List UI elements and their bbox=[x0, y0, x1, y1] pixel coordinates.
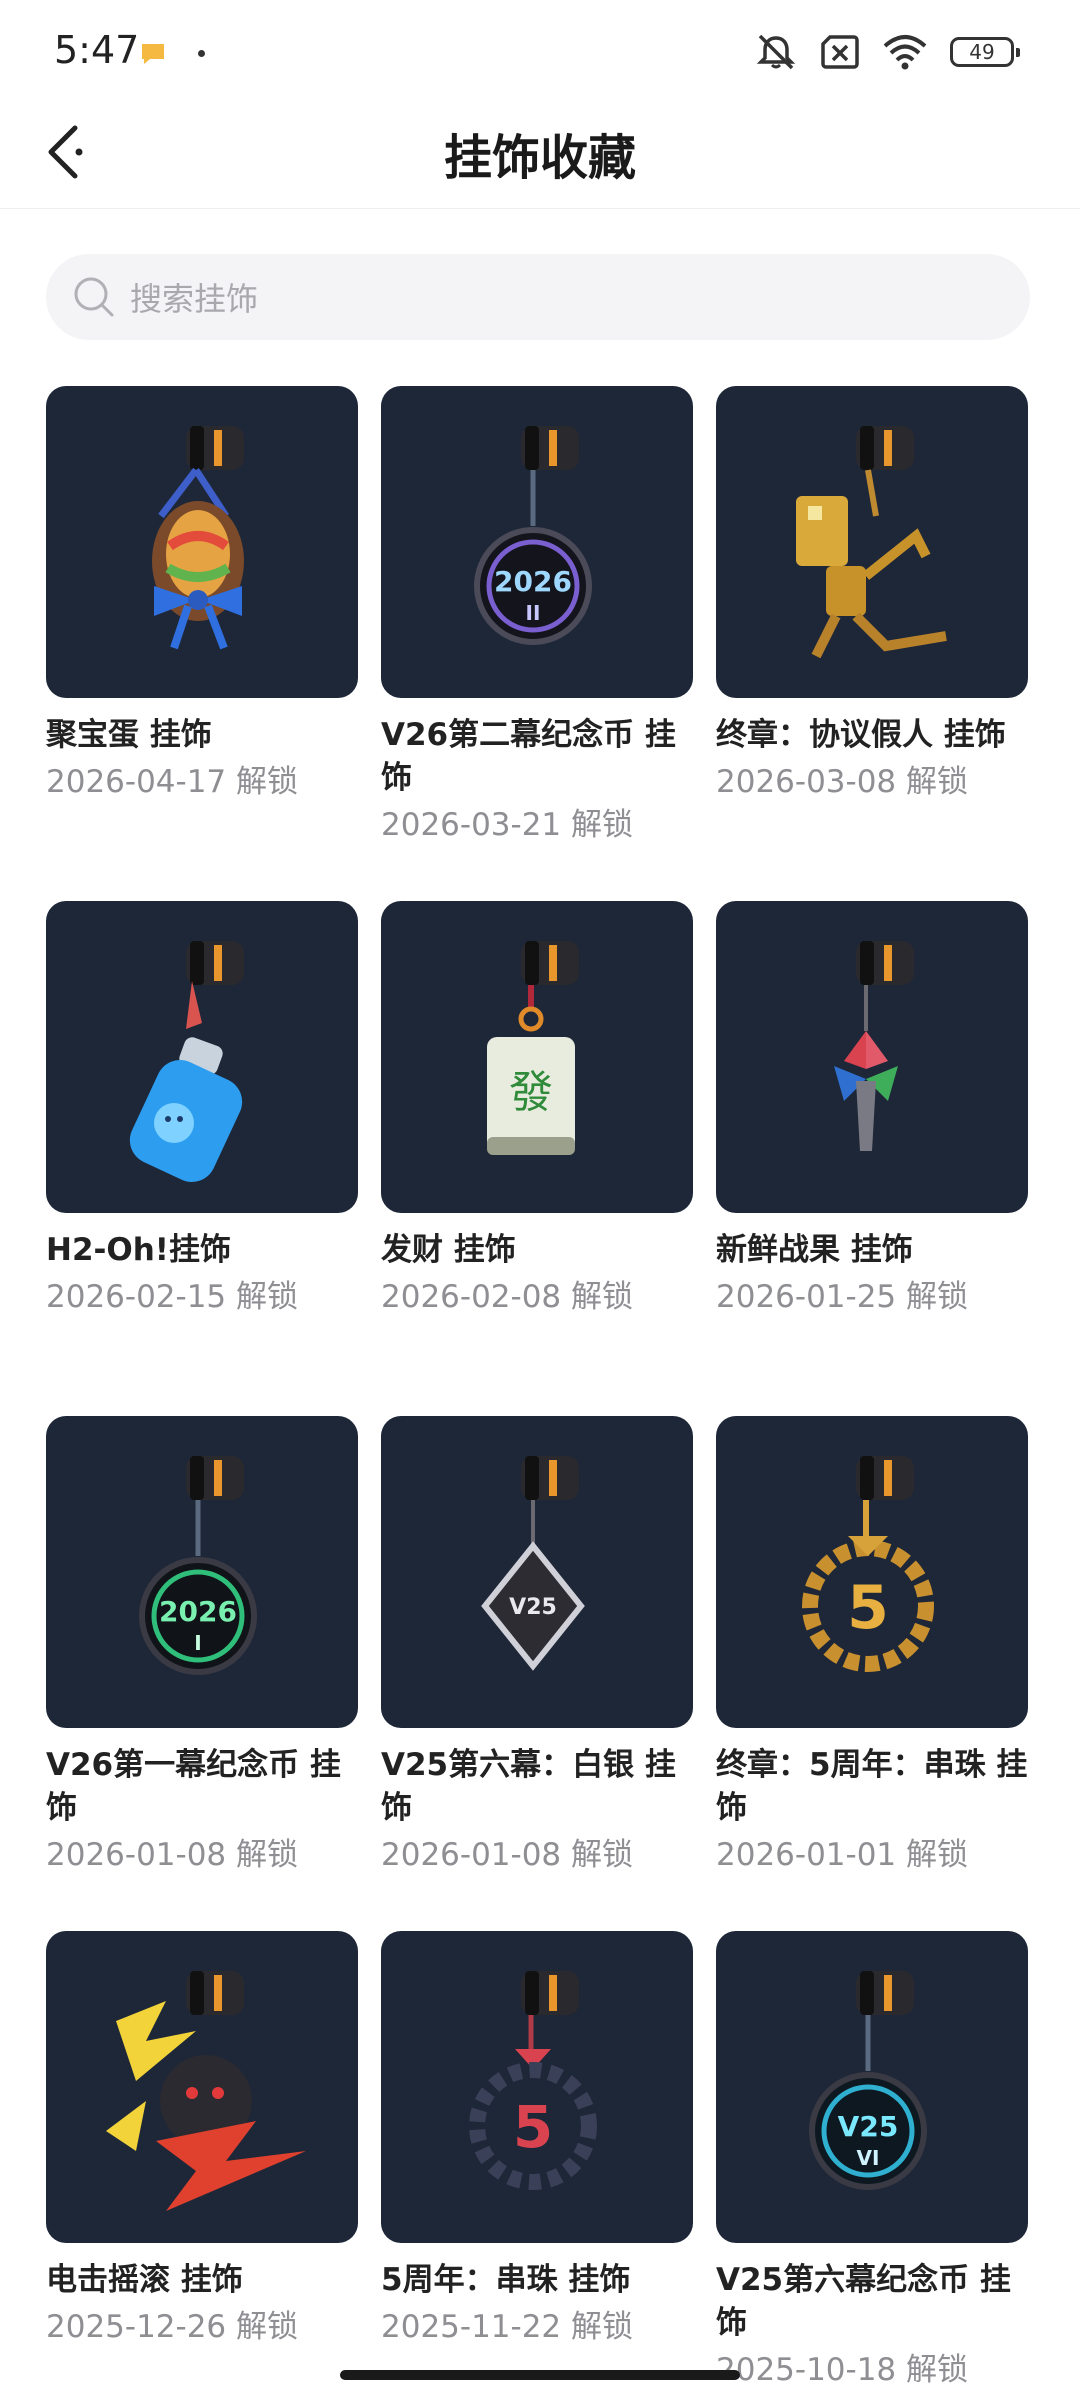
charm-card[interactable]: V25 VI V25第六幕纪念币 挂饰 2025-10-18 解锁 bbox=[716, 1931, 1028, 2400]
status-bar: 5:47 49 bbox=[0, 0, 1080, 100]
charm-unlock-date: 2026-01-08 解锁 bbox=[381, 1837, 634, 1873]
charm-card[interactable]: 电击摇滚 挂饰 2025-12-26 解锁 bbox=[46, 1931, 358, 2400]
charm-card[interactable]: 2026 II V26第二幕纪念币 挂饰 2026-03-21 解锁 bbox=[381, 386, 693, 901]
search-input[interactable]: 搜索挂饰 bbox=[46, 254, 1030, 340]
charm-unlock-date: 2026-01-25 解锁 bbox=[716, 1279, 969, 1315]
charm-name: V26第二幕纪念币 挂饰 bbox=[381, 717, 676, 796]
battery-icon: 49 bbox=[950, 37, 1020, 67]
charm-unlock-date: 2026-03-21 解锁 bbox=[381, 807, 634, 843]
charm-unlock-date: 2025-12-26 解锁 bbox=[46, 2309, 299, 2345]
charm-name: 终章：协议假人 挂饰 bbox=[716, 717, 1006, 753]
charm-thumbnail: 5 bbox=[716, 1416, 1028, 1728]
coin-charm-image: 2026 II bbox=[474, 426, 592, 645]
charm-card[interactable]: 终章：协议假人 挂饰 2026-03-08 解锁 bbox=[716, 386, 1028, 901]
five-label: 5 bbox=[513, 2093, 553, 2161]
charm-thumbnail bbox=[46, 1931, 358, 2243]
charm-unlock-date: 2026-04-17 解锁 bbox=[46, 764, 299, 800]
charm-card[interactable]: 新鲜战果 挂饰 2026-01-25 解锁 bbox=[716, 901, 1028, 1416]
charm-thumbnail: 2026 II bbox=[381, 386, 693, 698]
charm-thumbnail: V25 bbox=[381, 1416, 693, 1728]
charm-name: 新鲜战果 挂饰 bbox=[716, 1232, 913, 1268]
charm-name: 5周年：串珠 挂饰 bbox=[381, 2262, 631, 2298]
status-time: 5:47 bbox=[54, 28, 140, 72]
charm-card[interactable]: 發 发财 挂饰 2026-02-08 解锁 bbox=[381, 901, 693, 1416]
charm-thumbnail: 5 bbox=[381, 1931, 693, 2243]
status-icons: 49 bbox=[754, 30, 1020, 74]
charm-name: V25第六幕：白银 挂饰 bbox=[381, 1747, 676, 1826]
charm-grid: 聚宝蛋 挂饰 2026-04-17 解锁 2026 II V26第二幕纪念币 挂… bbox=[46, 386, 1046, 2400]
charm-name: H2-Oh!挂饰 bbox=[46, 1232, 231, 1268]
search-placeholder: 搜索挂饰 bbox=[130, 280, 259, 318]
charm-card[interactable]: 5 5周年：串珠 挂饰 2025-11-22 解锁 bbox=[381, 1931, 693, 2400]
beads-charm-image: 5 bbox=[469, 1971, 597, 2190]
charm-card[interactable]: H2-Oh!挂饰 2026-02-15 解锁 bbox=[46, 901, 358, 1416]
charm-card[interactable]: 2026 I V26第一幕纪念币 挂饰 2026-01-08 解锁 bbox=[46, 1416, 358, 1931]
coin-act-text: II bbox=[526, 601, 541, 625]
app-screen: 5:47 49 挂饰收藏 搜索挂饰 聚宝蛋 挂饰 2026-04-17 解锁 2… bbox=[0, 0, 1080, 2400]
charm-unlock-date: 2026-01-08 解锁 bbox=[46, 1837, 299, 1873]
gold-beads-charm-image: 5 bbox=[802, 1456, 934, 1672]
home-indicator[interactable] bbox=[340, 2370, 740, 2380]
charm-unlock-date: 2025-11-22 解锁 bbox=[381, 2309, 634, 2345]
charm-unlock-date: 2026-02-08 解锁 bbox=[381, 1279, 634, 1315]
status-dot-icon bbox=[198, 50, 205, 57]
mahjong-tile-charm-image: 發 bbox=[487, 941, 579, 1155]
charm-card[interactable]: V25 V25第六幕：白银 挂饰 2026-01-08 解锁 bbox=[381, 1416, 693, 1931]
silver-diamond-charm-image: V25 bbox=[481, 1456, 585, 1671]
leaf-fruit-charm-image bbox=[834, 941, 914, 1151]
charm-unlock-date: 2025-10-18 解锁 bbox=[716, 2352, 969, 2388]
sim-off-icon bbox=[821, 35, 859, 69]
page-title: 挂饰收藏 bbox=[443, 130, 636, 186]
charm-thumbnail bbox=[716, 901, 1028, 1213]
top-app-bar: 挂饰收藏 bbox=[0, 100, 1080, 209]
charm-thumbnail: 發 bbox=[381, 901, 693, 1213]
charm-thumbnail bbox=[716, 386, 1028, 698]
charm-card[interactable]: 聚宝蛋 挂饰 2026-04-17 解锁 bbox=[46, 386, 358, 901]
coin-year-text: 2026 bbox=[159, 1595, 237, 1628]
charm-name: 终章：5周年：串珠 挂饰 bbox=[716, 1747, 1028, 1826]
coin-act-text: I bbox=[194, 1631, 201, 1655]
charm-name: V26第一幕纪念币 挂饰 bbox=[46, 1747, 341, 1826]
charm-name: 聚宝蛋 挂饰 bbox=[46, 717, 212, 753]
charm-unlock-date: 2026-02-15 解锁 bbox=[46, 1279, 299, 1315]
coin-charm-image: 2026 I bbox=[139, 1456, 257, 1675]
charm-thumbnail: V25 VI bbox=[716, 1931, 1028, 2243]
egg-charm-image bbox=[152, 426, 244, 650]
charm-name: 电击摇滚 挂饰 bbox=[46, 2262, 243, 2298]
five-label: 5 bbox=[847, 1573, 889, 1643]
mahjong-character: 發 bbox=[509, 1067, 553, 1118]
coin-version-text: V25 bbox=[838, 2110, 899, 2143]
charm-thumbnail bbox=[46, 901, 358, 1213]
diamond-label: V25 bbox=[509, 1595, 557, 1620]
wifi-icon bbox=[883, 35, 927, 70]
notification-icon bbox=[142, 44, 164, 64]
coin-charm-image: V25 VI bbox=[809, 1971, 927, 2190]
golden-dummy-charm-image bbox=[796, 426, 947, 659]
search-icon bbox=[74, 277, 114, 317]
coin-year-text: 2026 bbox=[494, 565, 572, 598]
charm-card[interactable]: 5 终章：5周年：串珠 挂饰 2026-01-01 解锁 bbox=[716, 1416, 1028, 1931]
water-bottle-charm-image bbox=[129, 941, 244, 1182]
coin-act-text: VI bbox=[857, 2146, 880, 2170]
lightning-charm-image bbox=[106, 1971, 306, 2211]
charm-name: 发财 挂饰 bbox=[381, 1232, 516, 1268]
charm-thumbnail bbox=[46, 386, 358, 698]
charm-unlock-date: 2026-01-01 解锁 bbox=[716, 1837, 969, 1873]
charm-name: V25第六幕纪念币 挂饰 bbox=[716, 2262, 1011, 2341]
charm-unlock-date: 2026-03-08 解锁 bbox=[716, 764, 969, 800]
mute-icon bbox=[756, 34, 796, 70]
charm-thumbnail: 2026 I bbox=[46, 1416, 358, 1728]
